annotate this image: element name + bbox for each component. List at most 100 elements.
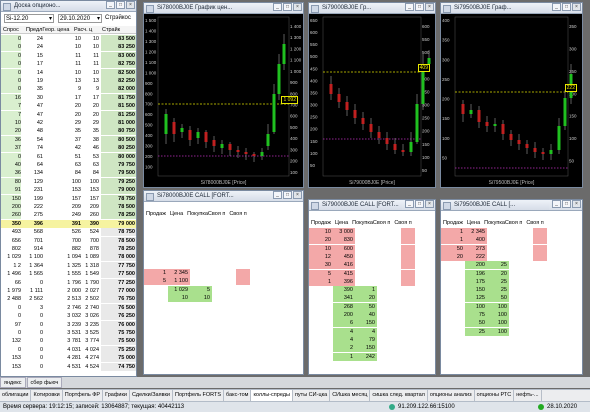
workspace-tab[interactable]: Портфель FORTS	[173, 390, 225, 401]
orderbook-row[interactable]: 25 100	[441, 327, 582, 336]
board-row[interactable]: 16 30 17 17 81 750	[1, 93, 136, 102]
orderbook-row[interactable]: 1 400	[441, 236, 582, 245]
board-row[interactable]: 0 19 13 13 82 250	[1, 77, 136, 85]
orderbook-row[interactable]: 50 100	[441, 319, 582, 328]
board-row[interactable]: 493 568 526 524 78 750	[1, 228, 136, 237]
board-row[interactable]: 153 0 4 281 4 274 75 000	[1, 354, 136, 363]
board-row[interactable]: 656 701 700 700 78 500	[1, 236, 136, 245]
close-button[interactable]: ×	[572, 200, 581, 209]
close-button[interactable]: ×	[572, 3, 581, 12]
minimize-button[interactable]: _	[106, 1, 115, 10]
minimize-button[interactable]: _	[552, 200, 561, 209]
close-button[interactable]: ×	[425, 200, 434, 209]
orderbook-row[interactable]: 51 100	[144, 277, 303, 286]
quick-tab-sber[interactable]: сбер фьюч	[26, 377, 63, 388]
orderbook-row[interactable]: 268 50	[309, 302, 435, 311]
orderbook-row[interactable]: 196 20	[441, 269, 582, 278]
board-titlebar[interactable]: Доска опционо... _ □ ×	[1, 1, 136, 12]
col-bid[interactable]: Спрос	[3, 26, 19, 34]
maximize-button[interactable]: □	[283, 191, 292, 200]
mode-label[interactable]: Стрэйкос	[105, 14, 131, 23]
maximize-button[interactable]: □	[116, 1, 125, 10]
board-row[interactable]: 66 0 1 796 1 790 77 250	[1, 278, 136, 287]
orderbook-row[interactable]: 75 100	[441, 311, 582, 319]
board-row[interactable]: 40 64 63 63 79 750	[1, 161, 136, 169]
board-row[interactable]: 0 14 10 10 82 500	[1, 68, 136, 77]
orderbook-row[interactable]: 390 1	[309, 286, 435, 295]
orderbook-row[interactable]: 100 100	[441, 302, 582, 311]
series-select[interactable]: Si-12.20 ▾	[4, 14, 54, 23]
orderbook-row[interactable]: 2 150	[309, 344, 435, 353]
close-button[interactable]: ×	[293, 3, 302, 12]
board-row[interactable]: 200 222 209 209 78 500	[1, 203, 136, 211]
board-row[interactable]: 350 396 391 390 79 000	[1, 219, 136, 228]
chart2-titlebar[interactable]: Si79000BJ0E Гр... _ □ ×	[309, 3, 435, 14]
workspace-tab[interactable]: сишка след. квартал	[370, 390, 428, 401]
orderbook-row[interactable]: 5 415	[309, 269, 435, 278]
orderbook-row[interactable]: 10 3 000	[309, 228, 435, 236]
cup3-rows[interactable]: 12 345 1 400 50 273 20 222 200 25 196 20 175 25 150 25…	[441, 228, 582, 374]
board-row[interactable]: 0 0 3 531 3 525 75 750	[1, 329, 136, 337]
orderbook-row[interactable]: 12 345	[144, 269, 303, 277]
col-calc[interactable]: Расч. ц	[74, 26, 92, 34]
close-button[interactable]: ×	[126, 1, 135, 10]
board-row[interactable]: 7 47 20 20 81 250	[1, 110, 136, 119]
minimize-button[interactable]: _	[273, 3, 282, 12]
workspace-tab[interactable]: опционы анализ	[428, 390, 475, 401]
orderbook-row[interactable]: 12 345	[441, 228, 582, 236]
orderbook-row[interactable]: 150 25	[441, 286, 582, 295]
board-row[interactable]: 132 0 3 781 3 774 75 500	[1, 337, 136, 346]
board-row[interactable]: 36 134 84 84 79 500	[1, 169, 136, 178]
maximize-button[interactable]: □	[415, 3, 424, 12]
board-row[interactable]: 1 029 1 100 1 094 1 089 78 000	[1, 253, 136, 262]
orderbook-row[interactable]: 1 396	[309, 277, 435, 286]
board-row[interactable]: 2 488 2 562 2 513 2 502 76 750	[1, 295, 136, 304]
board-row[interactable]: 0 24 10 10 83 250	[1, 43, 136, 52]
cup1-rows[interactable]: 12 345 5 1 100 1 029 5 10 10	[144, 219, 303, 374]
board-row[interactable]: 10 42 29 29 81 000	[1, 119, 136, 127]
orderbook-row[interactable]: 20 222	[441, 252, 582, 261]
chart2-plot[interactable]: Si79000BJ0E [Price] 650 600 550 500 450 400 350…	[309, 14, 435, 187]
minimize-button[interactable]: _	[405, 3, 414, 12]
board-row[interactable]: 150 199 157 157 78 750	[1, 194, 136, 203]
orderbook-row[interactable]: 30 416	[309, 261, 435, 270]
board-row[interactable]: 802 914 882 878 78 250	[1, 245, 136, 253]
close-button[interactable]: ×	[425, 3, 434, 12]
board-row[interactable]: 260 275 249 260 78 250	[1, 211, 136, 220]
board-row[interactable]: 0 0 3 032 3 026 76 250	[1, 312, 136, 321]
maximize-button[interactable]: □	[415, 200, 424, 209]
board-row[interactable]: 0 15 11 11 83 000	[1, 51, 136, 60]
chart1-plot[interactable]: Si78000BJ0E [Price] 1 500 1 400 1 300 1 200 1…	[144, 14, 303, 187]
orderbook-row[interactable]: 4 79	[309, 335, 435, 344]
board-row[interactable]: 153 0 4 531 4 524 74 750	[1, 362, 136, 371]
workspace-tab[interactable]: Портфель ФР	[63, 390, 104, 401]
board-row[interactable]: 37 74 42 46 80 250	[1, 144, 136, 153]
orderbook-row[interactable]: 12 450	[309, 252, 435, 261]
workspace-tab[interactable]: Графики	[103, 390, 130, 401]
board-row[interactable]: 1 496 1 565 1 555 1 549 77 500	[1, 270, 136, 279]
orderbook-row[interactable]: 1 029 5	[144, 285, 303, 294]
orderbook-row[interactable]: 341 20	[309, 294, 435, 303]
board-row[interactable]: 0 3 2 746 2 740 76 500	[1, 303, 136, 312]
maximize-button[interactable]: □	[283, 3, 292, 12]
board-row[interactable]: 0 61 51 53 80 000	[1, 152, 136, 161]
orderbook-row[interactable]: 125 50	[441, 294, 582, 303]
board-row[interactable]: 0 35 9 9 82 000	[1, 85, 136, 94]
cup1-titlebar[interactable]: Si78000BJ0E CALL [FORT... _ □ ×	[144, 191, 303, 202]
board-row[interactable]: 97 0 3 239 3 235 76 000	[1, 320, 136, 329]
orderbook-row[interactable]: 10 600	[309, 244, 435, 253]
board-row[interactable]: 0 17 11 11 82 750	[1, 60, 136, 69]
orderbook-row[interactable]: 44	[309, 327, 435, 336]
orderbook-row[interactable]: 6 150	[309, 319, 435, 328]
workspace-tab[interactable]: Сделки/Заявки	[130, 390, 173, 401]
minimize-button[interactable]: _	[552, 3, 561, 12]
expiry-select[interactable]: 29.10.2020 ▾	[58, 14, 102, 23]
orderbook-row[interactable]: 200 40	[309, 311, 435, 319]
board-row[interactable]: 0 0 4 031 4 024 75 250	[1, 345, 136, 354]
col-strike[interactable]: Страйк	[102, 26, 120, 34]
orderbook-row[interactable]: 10 10	[144, 293, 303, 302]
close-button[interactable]: ×	[293, 191, 302, 200]
orderbook-row[interactable]: 200 25	[441, 261, 582, 270]
board-row[interactable]: 36 54 37 38 80 500	[1, 135, 136, 144]
maximize-button[interactable]: □	[562, 3, 571, 12]
